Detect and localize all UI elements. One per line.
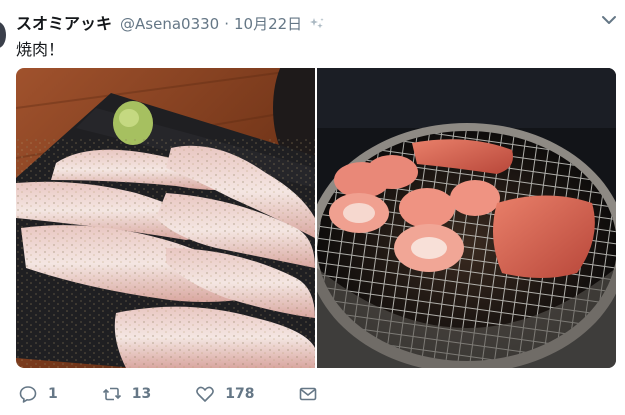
timestamp[interactable]: 10月22日 xyxy=(234,13,302,34)
heart-icon xyxy=(196,386,215,402)
like-button[interactable]: 178 xyxy=(195,384,254,404)
reply-icon xyxy=(19,386,37,403)
chevron-down-icon[interactable] xyxy=(601,14,617,26)
tweet-text: 焼肉！ xyxy=(16,40,65,59)
avatar[interactable] xyxy=(0,22,6,48)
tweet-actions: 1 13 178 xyxy=(18,383,362,405)
envelope-icon xyxy=(300,387,317,401)
retweet-count: 13 xyxy=(131,386,152,402)
yakiniku-grill-photo[interactable] xyxy=(317,68,616,368)
separator-dot: · xyxy=(224,15,229,33)
sliced-pork-plate-photo[interactable] xyxy=(16,68,315,368)
reply-button[interactable]: 1 xyxy=(18,384,58,404)
retweet-button[interactable]: 13 xyxy=(102,384,151,404)
reply-count: 1 xyxy=(48,386,58,402)
user-handle[interactable]: @Asena0330 xyxy=(120,15,219,33)
media-grid xyxy=(16,68,616,368)
sparkle-icon xyxy=(310,18,324,29)
direct-message-button[interactable] xyxy=(298,384,318,404)
like-count: 178 xyxy=(225,386,255,402)
tweet-header: スオミアッキ @Asena0330 · 10月22日 xyxy=(16,10,609,34)
display-name[interactable]: スオミアッキ xyxy=(16,10,112,34)
retweet-icon xyxy=(102,387,121,401)
